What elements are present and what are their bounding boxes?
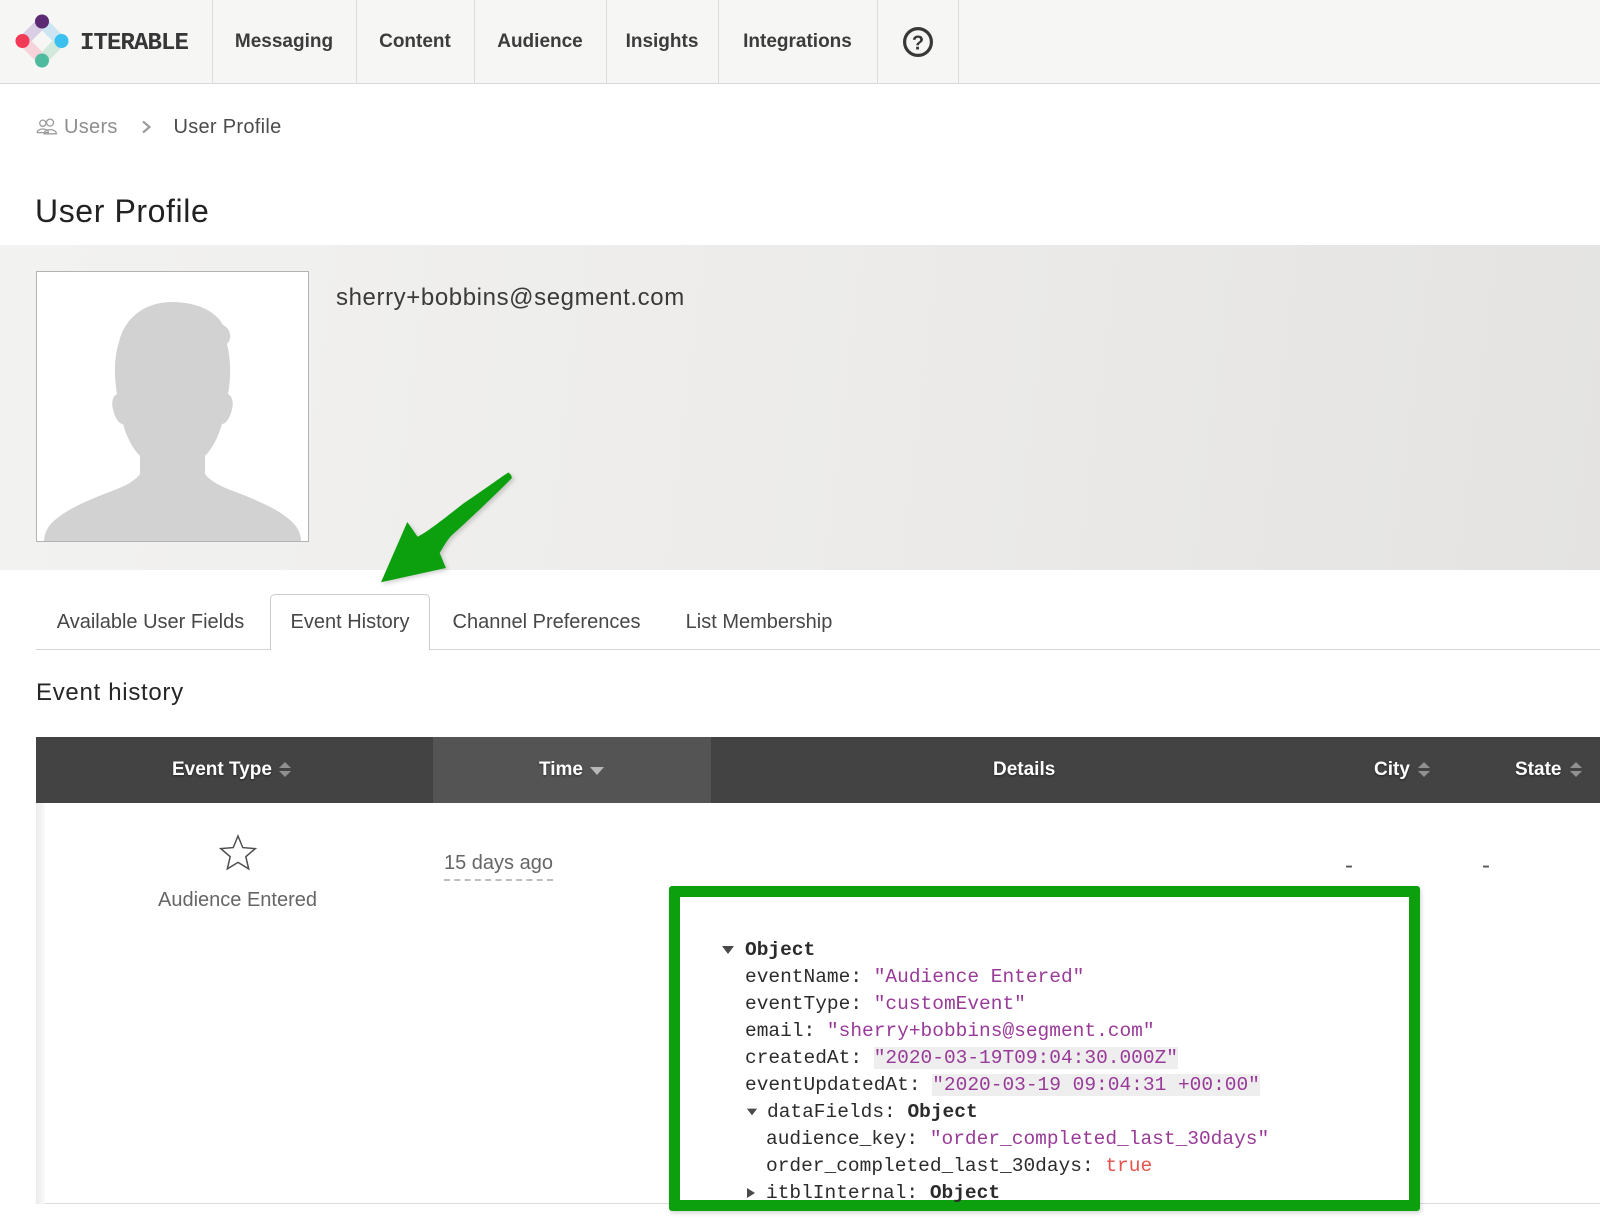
svg-text:?: ? [911, 33, 923, 55]
